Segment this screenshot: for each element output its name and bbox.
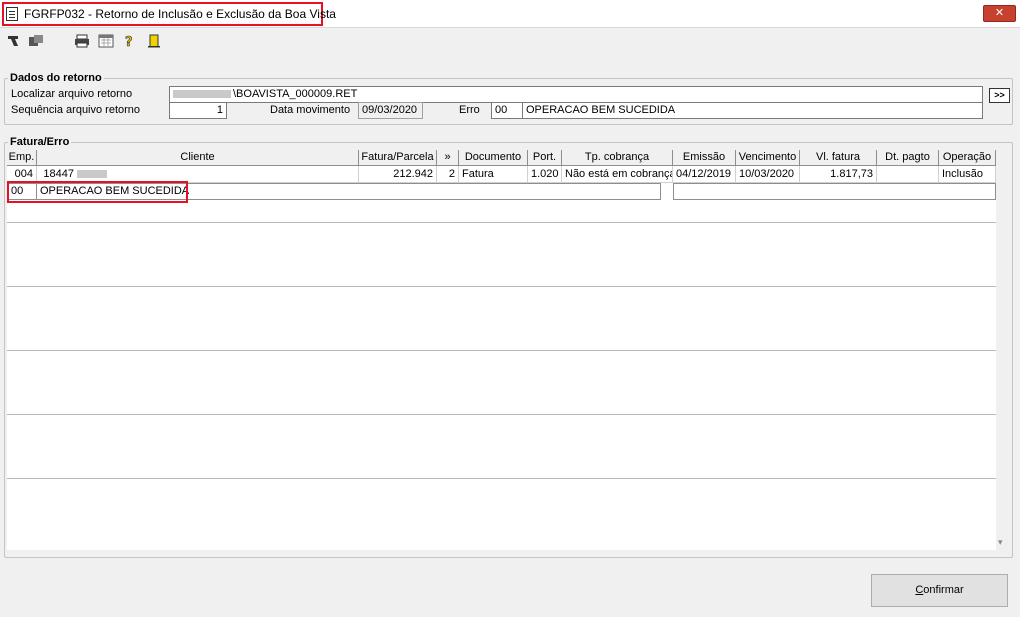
col-fatura-parcela[interactable]: Fatura/Parcela xyxy=(359,150,437,166)
col-emp[interactable]: Emp. xyxy=(7,150,37,166)
window-title: FGRFP032 - Retorno de Inclusão e Exclusã… xyxy=(24,7,336,21)
col-vl-fatura[interactable]: Vl. fatura xyxy=(800,150,877,166)
fatura-erro-legend: Fatura/Erro xyxy=(10,136,70,148)
cell-parcela: 2 xyxy=(437,166,459,183)
cell-vl-fatura: 1.817,73 xyxy=(800,166,877,183)
scroll-down-icon[interactable]: ▾ xyxy=(998,537,1003,548)
printer-icon[interactable] xyxy=(74,34,90,50)
cell-emissao: 04/12/2019 xyxy=(673,166,736,183)
sequencia-field[interactable]: 1 xyxy=(169,102,227,119)
cell-tp-cobranca: Não está em cobrança xyxy=(562,166,673,183)
erro-label: Erro xyxy=(459,104,480,116)
row-separator xyxy=(7,414,996,415)
col-dt-pagto[interactable]: Dt. pagto xyxy=(877,150,939,166)
cell-documento: Fatura xyxy=(459,166,528,183)
col-documento[interactable]: Documento xyxy=(459,150,528,166)
document-icon xyxy=(6,7,18,21)
cell-dt-pagto xyxy=(877,166,939,183)
dados-retorno-legend: Dados do retorno xyxy=(10,72,102,84)
export-icon[interactable] xyxy=(28,34,44,50)
calendar-icon[interactable] xyxy=(98,34,114,50)
col-port[interactable]: Port. xyxy=(528,150,562,166)
erro-desc-field: OPERACAO BEM SUCEDIDA xyxy=(522,102,983,119)
data-movimento-label: Data movimento xyxy=(270,104,351,116)
row-separator xyxy=(7,478,996,479)
cell-fatura: 212.942 xyxy=(359,166,437,183)
fatura-grid[interactable]: Emp. Cliente Fatura/Parcela » Documento … xyxy=(7,150,996,550)
confirm-button[interactable]: Confirmar xyxy=(871,574,1008,607)
svg-text:?: ? xyxy=(125,35,133,48)
exit-door-icon[interactable] xyxy=(146,34,162,50)
cliente-code: 18447 xyxy=(43,168,74,180)
col-cliente[interactable]: Cliente xyxy=(37,150,359,166)
arrow-icon[interactable] xyxy=(5,34,21,50)
erro-code-field: 00 xyxy=(491,102,523,119)
cell-vencimento: 10/03/2020 xyxy=(736,166,800,183)
confirm-label: onfirmar xyxy=(923,584,964,596)
cell-operacao: Inclusão xyxy=(939,166,996,183)
localizar-field[interactable]: \BOAVISTA_000009.RET xyxy=(169,86,983,103)
col-operacao[interactable]: Operação xyxy=(939,150,996,166)
row-separator xyxy=(7,222,996,223)
help-icon[interactable]: ? xyxy=(121,34,137,51)
toolbar: ? xyxy=(0,30,1020,54)
error-highlight xyxy=(7,181,188,203)
col-emissao[interactable]: Emissão xyxy=(673,150,736,166)
col-vencimento[interactable]: Vencimento xyxy=(736,150,800,166)
browse-button[interactable]: >> xyxy=(989,88,1010,103)
sequencia-label: Sequência arquivo retorno xyxy=(11,104,141,116)
row-separator xyxy=(7,286,996,287)
cell-port: 1.020 xyxy=(528,166,562,183)
localizar-label: Localizar arquivo retorno xyxy=(11,88,133,100)
data-movimento-field: 09/03/2020 xyxy=(358,102,423,119)
row-separator xyxy=(7,350,996,351)
col-more[interactable]: » xyxy=(437,150,459,166)
error-extra-cell xyxy=(673,183,996,200)
redacted-path xyxy=(173,90,231,99)
redacted-client xyxy=(77,170,108,179)
title-bar: FGRFP032 - Retorno de Inclusão e Exclusã… xyxy=(0,0,1020,28)
col-tp-cobranca[interactable]: Tp. cobrança xyxy=(562,150,673,166)
close-button[interactable]: ✕ xyxy=(983,5,1016,22)
